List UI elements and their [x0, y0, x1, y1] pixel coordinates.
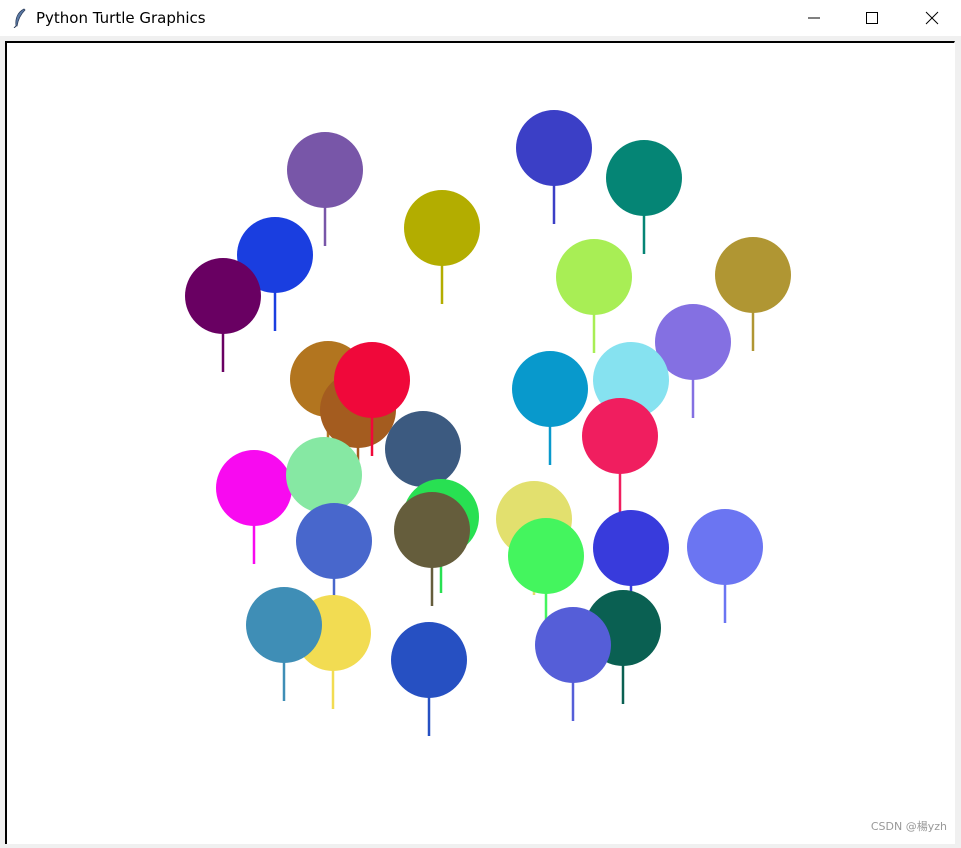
balloon-circle	[391, 622, 467, 698]
balloon-circle	[287, 132, 363, 208]
feather-icon	[12, 8, 28, 29]
window-title: Python Turtle Graphics	[36, 9, 206, 27]
balloon-circle	[216, 450, 292, 526]
balloon	[535, 607, 611, 721]
balloon-circle	[582, 398, 658, 474]
balloon-circle	[606, 140, 682, 216]
balloon-circle	[687, 509, 763, 585]
balloon	[391, 622, 467, 736]
maximize-icon	[866, 12, 878, 24]
balloon-circle	[535, 607, 611, 683]
close-icon	[925, 11, 939, 25]
balloon-circle	[394, 492, 470, 568]
balloon-circle	[246, 587, 322, 663]
balloon	[582, 398, 658, 512]
balloon	[687, 509, 763, 623]
balloon	[606, 140, 682, 254]
balloon-circle	[286, 437, 362, 513]
close-button[interactable]	[903, 0, 961, 36]
balloon-circle	[385, 411, 461, 487]
minimize-icon	[808, 17, 820, 19]
balloon-circle	[593, 510, 669, 586]
balloon	[556, 239, 632, 353]
balloon-circle	[516, 110, 592, 186]
balloon	[246, 587, 322, 701]
balloon	[216, 450, 292, 564]
balloon-drawing	[185, 110, 791, 736]
balloon-circle	[556, 239, 632, 315]
minimize-button[interactable]	[785, 0, 843, 36]
title-bar[interactable]: Python Turtle Graphics	[0, 0, 961, 36]
turtle-canvas[interactable]	[7, 43, 955, 844]
balloon-circle	[334, 342, 410, 418]
balloon	[185, 258, 261, 372]
watermark: CSDN @楊yzh	[870, 820, 947, 833]
balloon	[404, 190, 480, 304]
balloon	[512, 351, 588, 465]
balloon	[516, 110, 592, 224]
balloon-circle	[508, 518, 584, 594]
balloon	[394, 492, 470, 606]
balloon-circle	[185, 258, 261, 334]
balloon-circle	[296, 503, 372, 579]
balloon-circle	[715, 237, 791, 313]
balloon-circle	[404, 190, 480, 266]
maximize-button[interactable]	[843, 0, 901, 36]
balloon	[655, 304, 731, 418]
balloon-circle	[512, 351, 588, 427]
